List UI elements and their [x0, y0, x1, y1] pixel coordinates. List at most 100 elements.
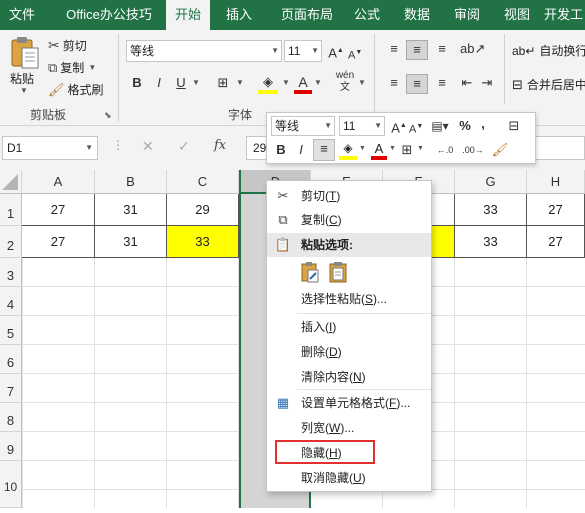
mini-font-size-select[interactable]: 11 ▼ — [339, 116, 385, 136]
mini-bold-button[interactable]: B — [273, 141, 289, 159]
mini-format-table-icon[interactable]: ⊟ — [503, 117, 525, 135]
mini-font-color-dropdown-icon[interactable]: ▼ — [389, 145, 396, 152]
orientation-icon[interactable]: ab↗ — [460, 40, 485, 58]
paste-option-keep-format-icon[interactable] — [299, 261, 321, 283]
row-header-3[interactable]: 3 — [0, 258, 22, 287]
row-header-1[interactable]: 1 — [0, 194, 22, 226]
tab-insert[interactable]: 插入 — [216, 0, 262, 30]
mini-increase-font-icon[interactable]: A▲ — [391, 117, 407, 137]
cell-b1[interactable]: 31 — [95, 194, 167, 226]
mini-italic-button[interactable]: I — [293, 141, 309, 159]
tab-page-layout[interactable]: 页面布局 — [270, 0, 344, 30]
align-middle-icon[interactable]: ≡ — [406, 40, 428, 60]
menu-item-insert[interactable]: 插入(I) — [267, 315, 431, 339]
cell-c2[interactable]: 33 — [167, 226, 239, 258]
cell-a1[interactable]: 27 — [22, 194, 95, 226]
row-header-10[interactable]: 10 — [0, 461, 22, 508]
mini-align-center-icon[interactable]: ≡ — [313, 139, 335, 161]
align-center-icon[interactable]: ≡ — [406, 74, 428, 94]
paste-icon[interactable] — [8, 36, 42, 70]
cancel-icon[interactable]: ✕ — [142, 138, 154, 155]
format-painter-button[interactable]: 🖌 格式刷 — [48, 81, 104, 98]
column-header-h[interactable]: H — [527, 170, 585, 194]
menu-item-cut[interactable]: ✂ 剪切(T) — [267, 184, 431, 208]
border-icon[interactable]: ⊞ — [214, 74, 232, 92]
tab-home[interactable]: 开始 — [166, 0, 210, 30]
row-header-7[interactable]: 7 — [0, 374, 22, 403]
menu-item-clear-contents[interactable]: 清除内容(N) — [267, 365, 431, 389]
border-dropdown-icon[interactable]: ▼ — [236, 78, 244, 87]
column-header-a[interactable]: A — [22, 170, 95, 194]
underline-button[interactable]: U — [172, 74, 190, 92]
cell-c1[interactable]: 29 — [167, 194, 239, 226]
align-top-icon[interactable]: ≡ — [384, 40, 404, 58]
row-header-8[interactable]: 8 — [0, 403, 22, 432]
paste-dropdown-icon[interactable]: ▼ — [20, 86, 28, 95]
increase-indent-icon[interactable]: ⇥ — [478, 74, 496, 92]
fill-color-icon[interactable]: ◈ — [258, 74, 278, 96]
cell-g1[interactable]: 33 — [455, 194, 527, 226]
cell-h1[interactable]: 27 — [527, 194, 585, 226]
font-size-select[interactable]: 11 ▼ — [284, 40, 322, 62]
cell-b2[interactable]: 31 — [95, 226, 167, 258]
mini-font-color-icon[interactable]: A — [371, 141, 387, 161]
phonetic-icon[interactable]: wén 文 — [334, 70, 356, 94]
select-all-corner[interactable] — [0, 170, 22, 194]
menu-item-format-cells[interactable]: ▦ 设置单元格格式(F)... — [267, 391, 431, 415]
column-header-b[interactable]: B — [95, 170, 167, 194]
mini-border-icon[interactable]: ⊞ — [399, 141, 415, 159]
mini-font-name-select[interactable]: 等线 ▼ — [271, 116, 335, 136]
font-color-icon[interactable]: A — [294, 74, 312, 96]
decrease-indent-icon[interactable]: ⇤ — [458, 74, 476, 92]
increase-font-icon[interactable]: A▲ — [328, 42, 344, 62]
fill-color-dropdown-icon[interactable]: ▼ — [282, 78, 290, 87]
mini-comma-button[interactable]: , — [477, 115, 489, 133]
mini-percent-button[interactable]: % — [457, 117, 473, 135]
tab-office-tips[interactable]: Office办公技巧 — [54, 0, 164, 30]
tab-formulas[interactable]: 公式 — [344, 0, 390, 30]
enter-icon[interactable]: ✓ — [178, 138, 190, 155]
clipboard-launcher-icon[interactable]: ⬊ — [104, 110, 112, 121]
tab-data[interactable]: 数据 — [394, 0, 440, 30]
bold-button[interactable]: B — [128, 74, 146, 92]
menu-item-column-width[interactable]: 列宽(W)... — [267, 416, 431, 440]
align-left-icon[interactable]: ≡ — [384, 74, 404, 92]
italic-button[interactable]: I — [150, 74, 168, 92]
menu-item-delete[interactable]: 删除(D) — [267, 340, 431, 364]
column-header-g[interactable]: G — [455, 170, 527, 194]
decrease-font-icon[interactable]: A▼ — [348, 44, 362, 65]
paste-option-values-icon[interactable] — [327, 261, 349, 283]
insert-function-icon[interactable]: fx — [214, 138, 226, 153]
mini-fill-dropdown-icon[interactable]: ▼ — [359, 145, 366, 152]
mini-format-painter-icon[interactable]: 🖌 — [491, 141, 509, 159]
row-header-2[interactable]: 2 — [0, 226, 22, 258]
mini-increase-decimal-icon[interactable]: ←.0 — [433, 141, 457, 159]
merge-center-button[interactable]: ⊟ 合并后居中 — [512, 76, 585, 93]
menu-item-unhide[interactable]: 取消隐藏(U) — [267, 466, 431, 490]
menu-item-copy[interactable]: ⧉ 复制(C) — [267, 208, 431, 232]
tab-file[interactable]: 文件 — [0, 0, 44, 30]
row-header-6[interactable]: 6 — [0, 345, 22, 374]
column-header-c[interactable]: C — [167, 170, 239, 194]
underline-dropdown-icon[interactable]: ▼ — [192, 78, 200, 87]
name-box[interactable]: D1 ▼ — [2, 136, 98, 160]
cut-button[interactable]: ✂ 剪切 — [48, 37, 87, 54]
align-right-icon[interactable]: ≡ — [432, 74, 452, 92]
row-header-5[interactable]: 5 — [0, 316, 22, 345]
cell-h2[interactable]: 27 — [527, 226, 585, 258]
row-header-9[interactable]: 9 — [0, 432, 22, 461]
mini-fill-color-icon[interactable]: ◈ — [339, 141, 357, 161]
tab-view[interactable]: 视图 — [494, 0, 540, 30]
align-bottom-icon[interactable]: ≡ — [432, 40, 452, 58]
copy-button[interactable]: ⧉ 复制 ▼ — [48, 59, 96, 76]
tab-developer[interactable]: 开发工 — [544, 0, 585, 30]
menu-item-paste-special[interactable]: 选择性粘贴(S)... — [267, 287, 431, 311]
font-color-dropdown-icon[interactable]: ▼ — [314, 78, 322, 87]
font-name-select[interactable]: 等线 ▼ — [126, 40, 282, 62]
mini-number-format-icon[interactable]: ▤▾ — [429, 117, 451, 135]
cell-g2[interactable]: 33 — [455, 226, 527, 258]
tab-review[interactable]: 审阅 — [444, 0, 490, 30]
cell-a2[interactable]: 27 — [22, 226, 95, 258]
mini-decrease-font-icon[interactable]: A▼ — [409, 118, 423, 139]
phonetic-dropdown-icon[interactable]: ▼ — [358, 78, 366, 87]
